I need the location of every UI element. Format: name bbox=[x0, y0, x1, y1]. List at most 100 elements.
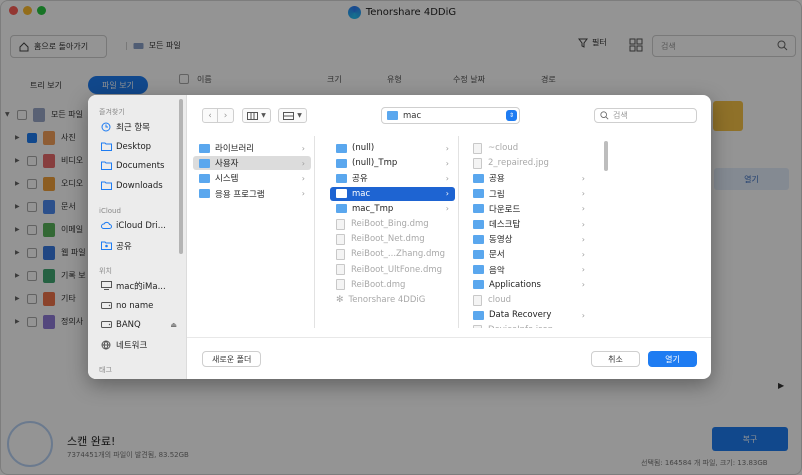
sidebar-item-label: Downloads bbox=[116, 180, 163, 191]
browser-item[interactable]: (null) › bbox=[330, 141, 455, 155]
browser-item[interactable]: (null)_Tmp › bbox=[330, 156, 455, 170]
browser-item[interactable]: ✻ Tenorshare 4DDiG bbox=[330, 293, 455, 307]
browser-column-1: 라이브러리 › 사용자 › 시스템 › 응용 프로그램 › bbox=[193, 136, 315, 328]
chevron-right-icon: › bbox=[581, 204, 585, 214]
browser-item[interactable]: 다운로드 › bbox=[467, 202, 591, 216]
back-chevron-icon[interactable]: ‹ bbox=[202, 108, 218, 123]
browser-item[interactable]: mac › bbox=[330, 186, 455, 201]
clock-icon bbox=[101, 122, 111, 132]
browser-item[interactable]: 2_repaired.jpg bbox=[467, 156, 591, 170]
location-label: mac bbox=[403, 110, 422, 121]
browser-item[interactable]: ReiBoot_...Zhang.dmg bbox=[330, 247, 455, 261]
forward-chevron-icon[interactable]: › bbox=[218, 108, 234, 123]
browser-item[interactable]: ReiBoot_Bing.dmg bbox=[330, 217, 455, 231]
browser-item[interactable]: ReiBoot.dmg bbox=[330, 278, 455, 292]
sidebar-item[interactable]: no name bbox=[101, 299, 183, 313]
browser-item[interactable]: 음악 › bbox=[467, 263, 591, 277]
browser-item-label: 시스템 bbox=[215, 174, 239, 185]
file-icon bbox=[473, 324, 482, 328]
sidebar-item[interactable]: Downloads bbox=[101, 179, 183, 193]
sidebar-item[interactable]: mac的iMa... bbox=[101, 279, 183, 293]
browser-item-label: 문서 bbox=[489, 250, 505, 261]
browser-item[interactable]: 사용자 › bbox=[193, 156, 311, 171]
sidebar-scrollbar[interactable] bbox=[179, 99, 183, 254]
browser-item[interactable]: 시스템 › bbox=[193, 171, 311, 185]
folder-icon bbox=[473, 189, 484, 199]
sidebar-item[interactable]: 공유 bbox=[101, 239, 183, 253]
browser-item-label: 그림 bbox=[489, 189, 505, 200]
browser-item[interactable]: mac_Tmp › bbox=[330, 202, 455, 216]
sidebar-item-label: no name bbox=[116, 300, 154, 311]
chevron-right-icon: › bbox=[301, 173, 305, 183]
folder-icon bbox=[199, 189, 210, 199]
chevron-right-icon: › bbox=[581, 280, 585, 290]
browser-column-3: ~cloud 2_repaired.jpg 공용 › 그림 › 다운로드 › 데스크탑 › 동영상 ›… bbox=[467, 136, 595, 328]
chevron-right-icon: › bbox=[445, 143, 449, 153]
columns-icon bbox=[247, 111, 259, 120]
browser-item-label: (null) bbox=[352, 143, 375, 153]
open-button[interactable]: 열기 bbox=[648, 351, 697, 367]
column-view-selector[interactable]: ▼ bbox=[242, 108, 271, 123]
dialog-search-placeholder: 검색 bbox=[613, 111, 628, 120]
shared-folder-icon bbox=[101, 241, 112, 251]
folder-icon bbox=[336, 204, 347, 214]
folder-icon bbox=[336, 158, 347, 168]
browser-item[interactable]: DeviceInfo.json bbox=[467, 323, 591, 328]
browser-item[interactable]: Data Recovery › bbox=[467, 308, 591, 322]
browser-item[interactable]: 공용 › bbox=[467, 171, 591, 185]
browser-item[interactable]: 데스크탑 › bbox=[467, 217, 591, 231]
sidebar-item[interactable]: 최근 항목 bbox=[101, 120, 183, 134]
browser-item[interactable]: ReiBoot_Net.dmg bbox=[330, 232, 455, 246]
folder-icon bbox=[336, 143, 347, 153]
browser-item[interactable]: Applications › bbox=[467, 278, 591, 292]
browser-item-label: 라이브러리 bbox=[215, 144, 255, 154]
browser-item-label: 다운로드 bbox=[489, 204, 521, 215]
sidebar-item-label: iCloud Dri... bbox=[116, 221, 166, 231]
sidebar-item[interactable]: 네트워크 bbox=[101, 338, 183, 352]
location-popup[interactable]: mac ⇕ bbox=[381, 107, 520, 124]
browser-item[interactable]: ReiBoot_UltFone.dmg bbox=[330, 263, 455, 277]
browser-item[interactable]: cloud bbox=[467, 293, 591, 307]
chevron-right-icon: › bbox=[581, 189, 585, 199]
chevron-right-icon: › bbox=[581, 219, 585, 229]
cloud-icon bbox=[101, 221, 112, 231]
browser-item-label: Data Recovery bbox=[489, 310, 552, 321]
tags-header: 태그 bbox=[99, 366, 112, 374]
folder-icon bbox=[199, 158, 210, 168]
chevron-right-icon: › bbox=[301, 189, 305, 199]
sidebar-item[interactable]: BANQ ⏏ bbox=[101, 318, 183, 332]
column-scrollbar[interactable] bbox=[604, 141, 608, 171]
folder-icon bbox=[473, 280, 484, 290]
dialog-search-input[interactable]: 검색 bbox=[594, 108, 697, 123]
network-icon bbox=[101, 340, 111, 350]
eject-icon[interactable]: ⏏ bbox=[170, 321, 177, 329]
browser-item[interactable]: 문서 › bbox=[467, 247, 591, 261]
sidebar-item[interactable]: iCloud Dri... bbox=[101, 219, 183, 233]
chevron-down-icon: ▼ bbox=[297, 112, 302, 119]
new-folder-button[interactable]: 새로운 폴더 bbox=[202, 351, 262, 367]
browser-item-label: 공용 bbox=[489, 174, 505, 185]
cancel-button[interactable]: 취소 bbox=[591, 351, 640, 367]
favorites-header: 즐겨찾기 bbox=[99, 108, 125, 116]
browser-item[interactable]: 응용 프로그램 › bbox=[193, 187, 311, 201]
sidebar-item-label: 공유 bbox=[116, 241, 132, 252]
up-down-arrows-icon: ⇕ bbox=[506, 110, 517, 121]
browser-item-label: Applications bbox=[489, 279, 541, 290]
browser-item-label: cloud bbox=[488, 295, 512, 305]
sidebar-item[interactable]: Documents bbox=[101, 159, 183, 173]
browser-item[interactable]: ~cloud bbox=[467, 141, 591, 155]
finder-sidebar: 즐겨찾기 최근 항목 Desktop Documents Downloads iClo… bbox=[88, 95, 187, 379]
browser-item[interactable]: 그림 › bbox=[467, 187, 591, 201]
computer-icon bbox=[101, 281, 112, 291]
group-view-selector[interactable]: ▼ bbox=[278, 108, 307, 123]
file-icon bbox=[473, 142, 482, 154]
browser-item[interactable]: 공유 › bbox=[330, 171, 455, 185]
sidebar-item-label: Desktop bbox=[116, 141, 152, 152]
drive-icon bbox=[101, 301, 112, 311]
browser-item-label: 2_repaired.jpg bbox=[488, 158, 549, 169]
sidebar-item[interactable]: Desktop bbox=[101, 140, 183, 154]
browser-item[interactable]: 라이브러리 › bbox=[193, 141, 311, 155]
chevron-down-icon: ▼ bbox=[261, 112, 266, 119]
chevron-right-icon: › bbox=[445, 189, 449, 199]
browser-item[interactable]: 동영상 › bbox=[467, 232, 591, 246]
